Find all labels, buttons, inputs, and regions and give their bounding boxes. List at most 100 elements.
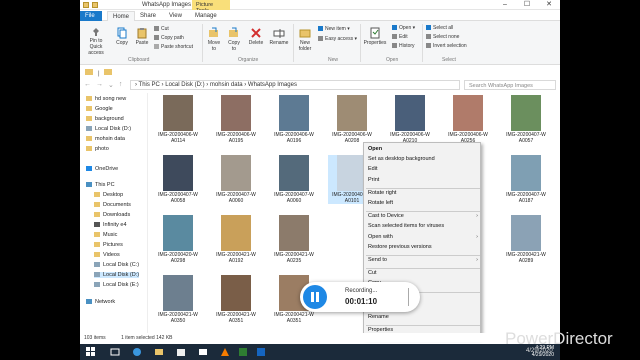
tab-share[interactable]: Share bbox=[135, 11, 161, 21]
tab-home[interactable]: Home bbox=[107, 11, 136, 21]
copy-path-button[interactable]: Copy path bbox=[154, 35, 184, 41]
save-icon[interactable] bbox=[92, 2, 98, 8]
new-folder-button[interactable]: New folder bbox=[296, 27, 314, 52]
context-menu-item[interactable]: Rotate right bbox=[364, 190, 482, 196]
file-thumbnail[interactable]: IMG-20200407-W A0060 bbox=[212, 155, 260, 204]
file-thumbnail[interactable]: IMG-20200407-W A0058 bbox=[154, 155, 202, 204]
context-menu-item[interactable]: Print bbox=[364, 177, 482, 183]
tab-file[interactable]: File bbox=[80, 11, 102, 21]
file-thumbnail[interactable]: IMG-20200406-W A0114 bbox=[154, 95, 202, 144]
easy-access-button[interactable]: Easy access ▾ bbox=[318, 36, 357, 42]
file-thumbnail[interactable]: IMG-20200407-W A0187 bbox=[502, 155, 550, 204]
context-menu-item[interactable]: Cut bbox=[364, 270, 482, 276]
delete-button[interactable]: Delete bbox=[247, 27, 265, 46]
back-arrow-icon[interactable]: ← bbox=[84, 81, 91, 89]
file-thumbnail[interactable]: IMG-20200406-W A0208 bbox=[328, 95, 376, 144]
file-thumbnail[interactable]: IMG-20200421-W A0350 bbox=[154, 275, 202, 324]
nav-item[interactable]: OneDrive bbox=[86, 166, 118, 172]
windows-start-icon[interactable] bbox=[86, 347, 96, 357]
nav-item[interactable]: Google bbox=[86, 106, 113, 112]
context-menu-item[interactable]: Scan selected items for viruses bbox=[364, 223, 482, 229]
context-menu-item[interactable]: Rename bbox=[364, 314, 482, 320]
picture-tools-tab[interactable]: Picture Tools bbox=[192, 0, 230, 14]
nav-item[interactable]: photo bbox=[86, 146, 109, 152]
nav-item[interactable]: Local Disk (C:) bbox=[94, 262, 139, 268]
nav-item[interactable]: This PC bbox=[86, 182, 115, 188]
context-menu-item[interactable]: Send to › bbox=[364, 257, 482, 263]
select-all-button[interactable]: Select all bbox=[426, 25, 453, 31]
nav-item[interactable]: Music bbox=[94, 232, 117, 238]
move-to-button[interactable]: Move to bbox=[206, 27, 222, 52]
tab-view[interactable]: View bbox=[164, 11, 187, 21]
pause-button[interactable] bbox=[303, 285, 327, 309]
paste-shortcut-button[interactable]: Paste shortcut bbox=[154, 44, 193, 50]
nav-item[interactable]: Infinity e4 bbox=[94, 222, 127, 228]
tab-manage[interactable]: Manage bbox=[190, 11, 222, 21]
forward-arrow-icon[interactable]: → bbox=[96, 81, 103, 89]
menu-item-label: Rotate left bbox=[368, 200, 394, 206]
file-thumbnail[interactable]: IMG-20200421-W A0289 bbox=[502, 215, 550, 264]
context-menu-item[interactable]: Open with › bbox=[364, 234, 482, 240]
nav-item[interactable]: Pictures bbox=[94, 242, 123, 248]
task-view-icon[interactable] bbox=[110, 347, 120, 357]
file-thumbnail[interactable]: IMG-20200421-W A0351 bbox=[212, 275, 260, 324]
file-thumbnail[interactable]: IMG-20200421-W A0192 bbox=[212, 215, 260, 264]
file-thumbnail[interactable]: IMG-20200420-W A0298 bbox=[154, 215, 202, 264]
rename-button[interactable]: Rename bbox=[269, 27, 289, 46]
context-menu-item[interactable]: Open bbox=[364, 146, 482, 152]
copy-to-button[interactable]: Copy to bbox=[226, 27, 242, 52]
nav-item[interactable]: Local Disk (D:) bbox=[86, 126, 131, 132]
explorer-icon[interactable] bbox=[154, 347, 164, 357]
taskbar: 4:29 PM 4/29/2020 bbox=[80, 344, 560, 360]
file-thumbnail[interactable]: IMG-20200421-W A0235 bbox=[270, 215, 318, 264]
edit-button[interactable]: Edit bbox=[392, 34, 408, 40]
nav-item[interactable]: Downloads bbox=[94, 212, 130, 218]
app-icon[interactable] bbox=[238, 347, 248, 357]
cut-button[interactable]: Cut bbox=[154, 26, 169, 32]
minimize-button[interactable]: – bbox=[494, 0, 516, 10]
nav-item[interactable]: Desktop bbox=[94, 192, 123, 198]
chevron-down-icon[interactable]: ⌄ bbox=[108, 81, 114, 89]
history-button[interactable]: History bbox=[392, 43, 415, 49]
open-button[interactable]: Open ▾ bbox=[392, 25, 415, 31]
edge-icon[interactable] bbox=[132, 347, 142, 357]
nav-item[interactable]: Documents bbox=[94, 202, 131, 208]
context-menu-item[interactable]: Edit bbox=[364, 166, 482, 172]
paste-button[interactable]: Paste bbox=[134, 27, 150, 46]
address-bar[interactable]: › This PC › Local Disk (D:) › mohsin dat… bbox=[130, 80, 460, 90]
copy-button[interactable]: Copy bbox=[114, 27, 130, 46]
nav-item[interactable]: background bbox=[86, 116, 124, 122]
file-thumbnail[interactable]: IMG-20200407-W A0057 bbox=[502, 95, 550, 144]
context-menu-item[interactable]: Rotate left bbox=[364, 200, 482, 206]
new-item-button[interactable]: New item ▾ bbox=[318, 26, 350, 32]
nav-item[interactable]: hd song new bbox=[86, 96, 126, 102]
context-menu-item[interactable]: Restore previous versions bbox=[364, 244, 482, 250]
select-none-button[interactable]: Select none bbox=[426, 34, 459, 40]
search-input[interactable]: Search WhatsApp Images bbox=[464, 80, 556, 90]
nav-item[interactable]: Videos bbox=[94, 252, 120, 258]
file-thumbnail[interactable] bbox=[502, 275, 550, 312]
vlc-icon[interactable] bbox=[220, 347, 230, 357]
mail-icon[interactable] bbox=[198, 347, 208, 357]
file-thumbnail[interactable]: IMG-20200406-W A0256 bbox=[444, 95, 492, 144]
file-thumbnail[interactable]: IMG-20200406-W A0210 bbox=[386, 95, 434, 144]
store-icon[interactable] bbox=[176, 347, 186, 357]
nav-item[interactable]: Local Disk (D:) bbox=[94, 272, 140, 278]
powerdirector-icon[interactable] bbox=[256, 347, 266, 357]
folder-icon[interactable] bbox=[83, 2, 89, 8]
context-menu-item[interactable]: Cast to Device › bbox=[364, 213, 482, 219]
pin-button[interactable]: Pin to Quick access bbox=[84, 27, 108, 56]
up-arrow-icon[interactable]: ↑ bbox=[119, 81, 123, 89]
context-menu-item[interactable]: Set as desktop background bbox=[364, 156, 482, 162]
file-thumbnail[interactable]: IMG-20200406-W A0195 bbox=[212, 95, 260, 144]
nav-item[interactable]: Network bbox=[86, 299, 115, 305]
properties-button[interactable]: Properties bbox=[363, 27, 387, 46]
file-thumbnail[interactable]: IMG-20200406-W A0196 bbox=[270, 95, 318, 144]
nav-item[interactable]: mohsin data bbox=[86, 136, 125, 142]
menu-item-label: Edit bbox=[368, 166, 378, 173]
file-thumbnail[interactable]: IMG-20200407-W A0060 bbox=[270, 155, 318, 204]
close-button[interactable]: ✕ bbox=[538, 0, 560, 10]
maximize-button[interactable]: ☐ bbox=[516, 0, 538, 10]
invert-selection-button[interactable]: Invert selection bbox=[426, 43, 467, 49]
nav-item[interactable]: Local Disk (E:) bbox=[94, 282, 139, 288]
